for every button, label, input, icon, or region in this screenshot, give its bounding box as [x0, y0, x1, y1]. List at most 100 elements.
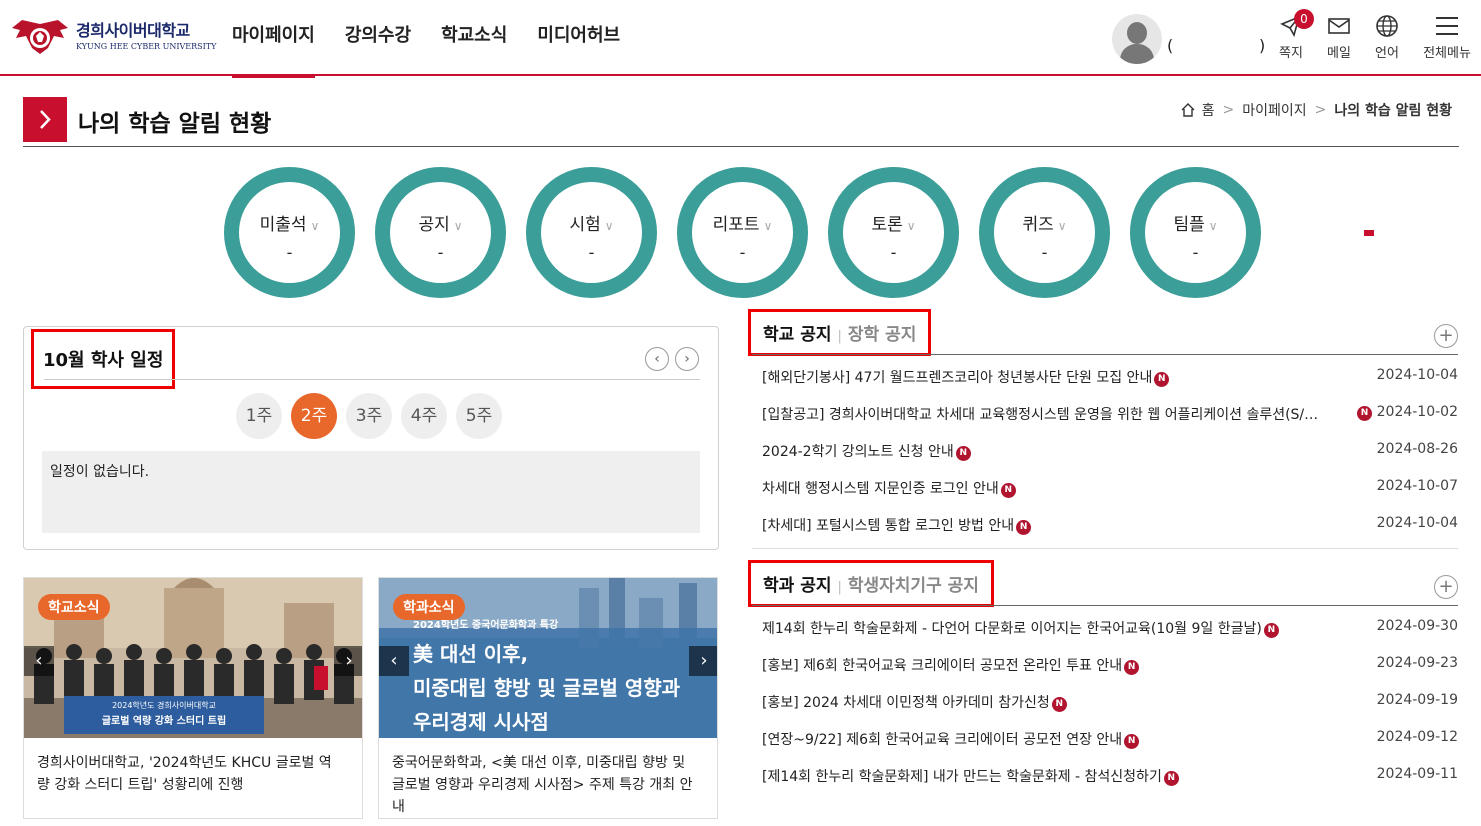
tab-school-notice[interactable]: 학교 공지 — [763, 325, 831, 345]
week-tab-2[interactable]: 2주 — [291, 393, 337, 439]
banner-line-3: 우리경제 시사점 — [413, 710, 549, 734]
list-item[interactable]: 제14회 한누리 학술문화제 - 다언어 다문화로 이어지는 한국어교육(10월… — [762, 618, 1458, 642]
lion-emblem-icon — [8, 14, 72, 60]
breadcrumb-mypage[interactable]: 마이페이지 — [1242, 100, 1306, 120]
university-logo[interactable]: 경희사이버대학교 KYUNG HEE CYBER UNIVERSITY — [8, 14, 218, 60]
main-navigation: 마이페이지 강의수강 학교소식 미디어허브 — [232, 0, 650, 78]
list-item[interactable]: 2024-2학기 강의노트 신청 안내 N 2024-08-26 — [762, 441, 1458, 465]
chevron-down-icon: ∨ — [763, 219, 773, 233]
stat-label: 퀴즈 — [1022, 215, 1054, 235]
tab-department-notice[interactable]: 학과 공지 — [763, 576, 831, 596]
chevron-down-icon: ∨ — [453, 219, 463, 233]
notice-date: 2024-10-04 — [1376, 367, 1458, 383]
list-item[interactable]: [홍보] 제6회 한국어교육 크리에이터 공모전 온라인 투표 안내 N 2024… — [762, 655, 1458, 679]
nav-school-news[interactable]: 학교소식 — [441, 0, 507, 76]
notice-date: 2024-10-04 — [1376, 515, 1458, 531]
department-notice-more-button[interactable]: + — [1434, 575, 1458, 599]
page-title: 나의 학습 알림 현황 — [78, 111, 272, 137]
next-month-button[interactable]: › — [675, 347, 699, 371]
list-item[interactable]: [연장~9/22] 제6회 한국어교육 크리에이터 공모전 연장 안내 N 202… — [762, 729, 1458, 753]
stat-value: - — [286, 243, 293, 262]
news-caption[interactable]: 경희사이버대학교, '2024학년도 KHCU 글로벌 역량 강화 스터디 트립… — [37, 752, 342, 796]
hamburger-menu-icon — [1436, 17, 1458, 35]
chevron-down-icon: ∨ — [310, 219, 320, 233]
breadcrumb-home[interactable]: 홈 — [1202, 100, 1215, 120]
carousel-prev-button[interactable]: ‹ — [24, 646, 54, 676]
user-name-open: ( — [1167, 36, 1174, 55]
week-tab-1[interactable]: 1주 — [236, 393, 282, 439]
new-badge: N — [1124, 660, 1140, 675]
new-badge: N — [955, 446, 971, 461]
mail-icon — [1328, 18, 1350, 34]
avatar[interactable] — [1112, 14, 1162, 64]
week-selector: 1주 2주 3주 4주 5주 — [236, 393, 511, 439]
mail-label: 메일 — [1327, 46, 1351, 61]
notice-title: [연장~9/22] 제6회 한국어교육 크리에이터 공모전 연장 안내 — [762, 732, 1123, 748]
new-badge: N — [1051, 697, 1067, 712]
list-item[interactable]: 차세대 행정시스템 지문인증 로그인 안내 N 2024-10-07 — [762, 478, 1458, 502]
news-caption[interactable]: 중국어문화학과, <美 대선 이후, 미중대립 향방 및 글로벌 영향과 우리경… — [392, 752, 697, 818]
school-notice-tabs: 학교 공지 | 장학 공지 — [748, 309, 932, 356]
chevron-down-icon: ∨ — [906, 219, 916, 233]
tab-scholarship-notice[interactable]: 장학 공지 — [848, 325, 916, 345]
home-icon[interactable] — [1180, 102, 1196, 118]
list-item[interactable]: [해외단기봉사] 47기 월드프렌즈코리아 청년봉사단 단원 모집 안내 N 20… — [762, 367, 1458, 391]
language-button[interactable]: 언어 — [1359, 14, 1415, 61]
stat-notice[interactable]: 공지 ∨ - — [375, 167, 506, 298]
title-divider — [23, 146, 1459, 147]
notice-date: 2024-10-07 — [1376, 478, 1458, 494]
title-marker — [23, 97, 67, 142]
logo-korean-name: 경희사이버대학교 — [76, 21, 190, 40]
carousel-next-button[interactable]: › — [334, 646, 362, 676]
week-tab-3[interactable]: 3주 — [346, 393, 392, 439]
stat-quiz[interactable]: 퀴즈 ∨ - — [979, 167, 1110, 298]
department-news-card[interactable]: 2024학년도 중국어문화학과 특강 美 대선 이후, 미중대립 향방 및 글로… — [378, 577, 718, 819]
list-item[interactable]: [차세대] 포털시스템 통합 로그인 방법 안내 N 2024-10-04 — [762, 515, 1458, 539]
school-notice-more-button[interactable]: + — [1434, 324, 1458, 348]
schedule-title: 10월 학사 일정 — [31, 329, 176, 389]
new-badge: N — [1357, 406, 1372, 421]
week-tab-4[interactable]: 4주 — [401, 393, 447, 439]
stat-label: 시험 — [569, 215, 601, 235]
list-item[interactable]: [입찰공고] 경희사이버대학교 차세대 교육행정시스템 운영을 위한 웹 어플리… — [762, 404, 1458, 428]
nav-lectures[interactable]: 강의수강 — [345, 0, 411, 76]
stat-report[interactable]: 리포트 ∨ - — [677, 167, 808, 298]
chevron-right-icon: > — [1314, 102, 1327, 118]
category-tag: 학과소식 — [393, 594, 465, 620]
new-badge: N — [1016, 520, 1032, 535]
prev-month-button[interactable]: ‹ — [645, 347, 669, 371]
stat-discussion[interactable]: 토론 ∨ - — [828, 167, 959, 298]
nav-media-hub[interactable]: 미디어허브 — [537, 0, 620, 76]
chevron-left-icon: ‹ — [654, 351, 660, 367]
message-label: 쪽지 — [1279, 46, 1303, 61]
indicator-mark — [1364, 230, 1374, 236]
list-item[interactable]: [제14회 한누리 학술문화제] 내가 만드는 학술문화제 - 참석신청하기 N … — [762, 766, 1458, 790]
banner-line-1: 美 대선 이후, — [413, 642, 529, 666]
stat-label: 미출석 — [259, 215, 307, 235]
new-badge: N — [1000, 483, 1016, 498]
schedule-empty-message: 일정이 없습니다. — [42, 451, 700, 533]
all-menu-button[interactable]: 전체메뉴 — [1419, 14, 1475, 61]
week-tab-5[interactable]: 5주 — [456, 393, 502, 439]
breadcrumb-current: 나의 학습 알림 현황 — [1334, 103, 1452, 119]
school-news-card[interactable]: 2024학년도 경희사이버대학교 글로벌 역량 강화 스터디 트립 학교소식 ‹… — [23, 577, 363, 819]
carousel-prev-button[interactable]: ‹ — [379, 646, 409, 676]
chevron-right-icon: › — [684, 351, 690, 367]
stat-exam[interactable]: 시험 ∨ - — [526, 167, 657, 298]
notice-date: 2024-09-23 — [1376, 655, 1458, 671]
chevron-down-icon: ∨ — [1208, 219, 1218, 233]
carousel-next-button[interactable]: › — [689, 646, 717, 676]
tab-student-council-notice[interactable]: 학생자치기구 공지 — [848, 576, 979, 596]
notice-title: [차세대] 포털시스템 통합 로그인 방법 안내 — [762, 518, 1015, 534]
new-badge: N — [1163, 771, 1179, 786]
stat-absence[interactable]: 미출석 ∨ - — [224, 167, 355, 298]
banner-line-2: 미중대립 향방 및 글로벌 영향과 — [413, 676, 681, 700]
list-item[interactable]: [홍보] 2024 차세대 이민정책 아카데미 참가신청 N 2024-09-19 — [762, 692, 1458, 716]
stat-label: 토론 — [871, 215, 903, 235]
all-menu-label: 전체메뉴 — [1423, 46, 1471, 61]
stat-team-project[interactable]: 팀플 ∨ - — [1130, 167, 1261, 298]
nav-mypage[interactable]: 마이페이지 — [232, 0, 315, 78]
notice-title: [제14회 한누리 학술문화제] 내가 만드는 학술문화제 - 참석신청하기 — [762, 769, 1162, 785]
stat-value: - — [890, 243, 897, 262]
stat-label: 팀플 — [1173, 215, 1205, 235]
